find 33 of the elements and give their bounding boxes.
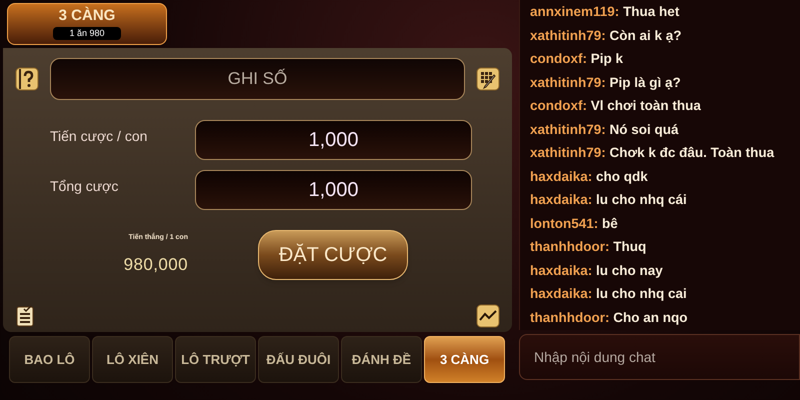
game-tab[interactable]: ĐẤU ĐUÔI [258, 336, 339, 383]
keypad-pencil-icon[interactable] [476, 67, 500, 91]
chat-message: haxdaika: lu cho nhq cái [530, 191, 688, 209]
game-tab[interactable]: LÔ XIÊN [92, 336, 173, 383]
chat-message: xathitinh79: Chơk k đc đâu. Toàn thua [530, 144, 776, 162]
chat-message: condoxf: Vl chơi toàn thua [530, 97, 702, 115]
chat-message: lonton541: bê [530, 214, 619, 232]
amount-field[interactable]: 1,000 [195, 170, 472, 210]
field-label: Tổng cược [49, 177, 120, 196]
chat-input-field[interactable]: Nhập nội dung chat [519, 334, 800, 380]
chat-message: haxdaika: cho qdk [530, 168, 649, 186]
number-entry-field[interactable]: GHI SỐ [50, 58, 465, 100]
game-tab[interactable]: BAO LÔ [9, 336, 90, 383]
chat-message: annxinem119: Thua het [530, 3, 680, 21]
chat-message: haxdaika: lu cho nay [530, 262, 664, 280]
chat-message: thanhhdoor: Cho an nqo [530, 308, 688, 327]
chat-message: xathitinh79: Pip là gì ạ? [530, 74, 682, 92]
chat-message: xathitinh79: Còn ai k ạ? [530, 26, 683, 44]
winnings-amount: 980,000 [124, 254, 188, 276]
field-label: Tiến cược / con [49, 127, 148, 146]
game-tab[interactable]: 3 CÀNG [424, 336, 505, 383]
chat-message: thanhhdoor: Thuq [530, 238, 648, 256]
chat-message: condoxf: Pip k [530, 50, 624, 68]
help-icon[interactable] [15, 67, 39, 91]
game-tab[interactable]: LÔ TRƯỢT [175, 336, 256, 383]
chat-message: xathitinh79: Nó soi quá [530, 120, 680, 139]
chart-icon[interactable] [476, 304, 500, 328]
place-bet-button[interactable]: ĐẶT CƯỢC [258, 230, 408, 280]
payout-ratio: 1 ăn 980 [53, 27, 121, 40]
game-title: 3 CÀNG [58, 8, 116, 24]
game-tab[interactable]: ĐÁNH ĐỀ [341, 336, 422, 383]
chat-message: haxdaika: lu cho nhq cai [530, 285, 688, 303]
amount-field[interactable]: 1,000 [195, 120, 472, 160]
